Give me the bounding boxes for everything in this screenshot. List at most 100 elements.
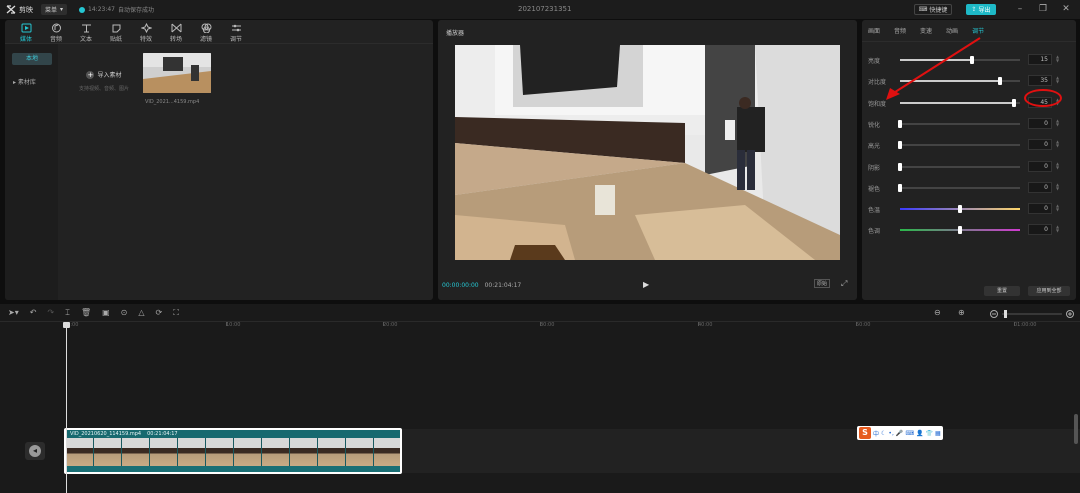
save-status: 14:23:47 自动保存成功 (79, 5, 154, 14)
tab-filter[interactable]: 滤镜 (191, 20, 221, 43)
tab-sticker[interactable]: 贴纸 (101, 20, 131, 43)
media-thumbnail[interactable] (143, 53, 211, 93)
stepper-icon[interactable]: ▲ ▼ (1056, 76, 1059, 84)
stepper-icon[interactable]: ▲ ▼ (1056, 55, 1059, 63)
ime-mode[interactable]: 中 (873, 429, 879, 438)
grid-icon[interactable]: ▦ (935, 430, 941, 437)
adjust-slider[interactable] (900, 205, 1020, 214)
adjust-value-input[interactable]: 0 (1028, 117, 1052, 129)
redo-icon[interactable]: ↷ (47, 308, 54, 317)
tab-adjust[interactable]: 调节 (221, 20, 251, 43)
adjust-slider[interactable] (898, 141, 1020, 150)
minimize-icon[interactable]: – (1014, 3, 1026, 15)
split-icon[interactable]: ⌶ (65, 308, 70, 318)
tab-effects[interactable]: 特效 (131, 20, 161, 43)
moon-icon[interactable]: ☾ (881, 430, 886, 437)
undo-icon[interactable]: ↶ (30, 308, 37, 317)
tab-audio[interactable]: 音频 (41, 20, 71, 43)
import-label: 导入素材 (97, 72, 122, 79)
reverse-icon[interactable]: ⊙ (121, 308, 128, 317)
ruler-tick-mark (698, 322, 699, 326)
video-clip[interactable]: VID_20210620_114159.mp4 00:21:04:17 (64, 428, 402, 474)
adjust-value-input[interactable]: 0 (1028, 203, 1052, 215)
keyboard-icon[interactable]: ⌨ (905, 430, 914, 437)
adjust-value-input[interactable]: 0 (1028, 181, 1052, 193)
fullscreen-icon[interactable]: ⤢ (841, 279, 847, 289)
slider-handle[interactable] (898, 119, 902, 128)
stepper-icon[interactable]: ▲ ▼ (1056, 204, 1059, 212)
sidebar-item-local[interactable]: 本地 (12, 53, 52, 65)
tab-label: 转场 (169, 36, 182, 43)
adjust-row: 锐化 0 ▲ ▼ (862, 117, 1076, 130)
adjust-row: 色温 0 ▲ ▼ (862, 203, 1076, 215)
adjust-slider[interactable] (900, 226, 1020, 235)
adjust-value-input[interactable]: 0 (1028, 139, 1052, 151)
freeze-icon[interactable]: ▣ (102, 308, 110, 317)
slider-handle[interactable] (898, 183, 902, 192)
stepper-icon[interactable]: ▲ ▼ (1056, 140, 1059, 148)
import-area[interactable]: + 导入素材 支持视频、音频、图片 (73, 70, 135, 92)
adjust-slider[interactable] (898, 119, 1020, 128)
video-preview[interactable] (455, 45, 840, 260)
punctuation-icon[interactable]: •, (888, 430, 893, 437)
user-icon[interactable]: 👤 (916, 430, 923, 437)
vertical-scrollbar[interactable] (1074, 414, 1078, 444)
tab-media[interactable]: 媒体 (11, 20, 41, 43)
delete-icon[interactable]: 🗑 (81, 308, 91, 317)
ruler-tick-mark (1014, 322, 1015, 326)
zoom-slider[interactable] (990, 309, 1075, 319)
slider-handle[interactable] (1012, 98, 1016, 107)
adjust-value-input[interactable]: 15 (1028, 54, 1052, 65)
select-cursor-icon[interactable]: ➤▾ (8, 308, 19, 317)
slider-handle[interactable] (898, 162, 902, 171)
tab-text[interactable]: 文本 (71, 20, 101, 43)
stepper-icon[interactable]: ▲ ▼ (1056, 182, 1059, 191)
import-button[interactable]: + 导入素材 (73, 70, 135, 79)
microphone-icon[interactable]: 🎤 (896, 430, 903, 437)
tab-transition[interactable]: 转场 (161, 20, 191, 43)
split-view-icon[interactable]: ⊕ (958, 308, 965, 317)
slider-handle[interactable] (898, 141, 902, 150)
shirt-icon[interactable]: 👕 (926, 430, 933, 437)
crop-icon[interactable]: ⛶ (173, 308, 179, 318)
mirror-icon[interactable]: △ (138, 308, 144, 317)
rotate-icon[interactable]: ⟳ (156, 308, 163, 317)
adjust-slider[interactable] (898, 183, 1020, 192)
adjust-tab-4[interactable]: 调节 (972, 26, 984, 35)
clip-frame (178, 438, 206, 466)
link-icon[interactable]: ⊖ (934, 308, 941, 317)
tab-label: 文本 (79, 36, 92, 43)
adjust-tab-2[interactable]: 变速 (920, 26, 932, 35)
playhead[interactable] (66, 322, 67, 493)
reset-button[interactable]: 重置 (984, 286, 1020, 296)
close-icon[interactable]: ✕ (1060, 3, 1072, 15)
track-mute-button[interactable]: ◂ (25, 442, 45, 460)
shortcut-button[interactable]: ⌨ 快捷键 (914, 4, 952, 15)
slider-handle[interactable] (997, 77, 1002, 86)
play-icon[interactable]: ▶ (643, 280, 649, 289)
sidebar-item-library[interactable]: ▸ 素材库 (13, 77, 36, 86)
media-toolbar: 媒体 音频 文本 贴纸 特效 转场 滤镜 调节 (5, 20, 433, 44)
adjust-tab-1[interactable]: 音频 (894, 26, 906, 35)
maximize-icon[interactable]: ❐ (1037, 3, 1049, 15)
adjust-tab-0[interactable]: 画面 (868, 26, 880, 35)
ime-toolbar[interactable]: S 中 ☾ •, 🎤 ⌨ 👤 👕 ▦ (857, 426, 943, 440)
slider-handle[interactable] (958, 205, 962, 214)
stepper-icon[interactable]: ▲ ▼ (1056, 118, 1059, 127)
timeline-ruler[interactable]: 00:00 10:00 20:00 30:00 40:00 50:00 01:00:00 (0, 322, 1080, 332)
ratio-button[interactable]: 原始 (814, 279, 831, 288)
menu-button[interactable]: 菜单 ▾ (41, 4, 68, 15)
stepper-icon[interactable]: ▲ ▼ (1056, 161, 1059, 170)
adjust-tab-3[interactable]: 动画 (946, 26, 958, 35)
apply-all-button[interactable]: 应用到全部 (1028, 286, 1070, 296)
export-button[interactable]: ⇪ 导出 (966, 4, 996, 15)
clip-frames (66, 438, 400, 466)
adjust-value-input[interactable]: 35 (1028, 75, 1052, 87)
sticker-icon (112, 24, 120, 33)
stepper-icon[interactable]: ▲ ▼ (1056, 225, 1059, 233)
slider-handle[interactable] (958, 226, 962, 235)
adjust-value-input[interactable]: 0 (1028, 160, 1052, 172)
adjust-value-input[interactable]: 0 (1028, 224, 1052, 236)
tab-label: 滤镜 (199, 36, 212, 43)
adjust-slider[interactable] (898, 162, 1020, 171)
